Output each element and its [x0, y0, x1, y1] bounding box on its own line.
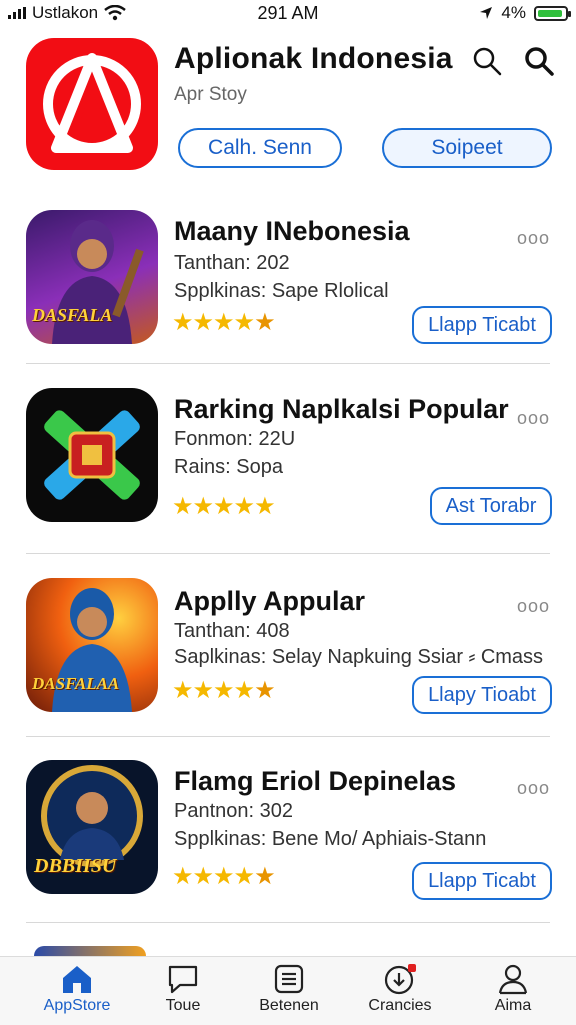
list-item[interactable]: DASFALAA Applly Appular Tanthan: 408 Sap… [0, 572, 576, 752]
get-button[interactable]: Llapp Ticabt [412, 306, 552, 344]
location-arrow-icon [480, 7, 493, 19]
red-triangle-logo-icon [43, 53, 141, 153]
app-title: Rarking Naplkalsi Popular [174, 394, 509, 424]
tab-label: Crancies [368, 997, 432, 1014]
rating-stars: ★★★★★ [172, 677, 276, 704]
app-thumbnail: DBBIISU [26, 760, 158, 894]
tab-crancies[interactable]: Crancies [345, 963, 455, 1015]
more-icon[interactable]: ooo [517, 778, 550, 799]
tab-label: Toue [165, 997, 201, 1014]
tab-toue[interactable]: Toue [128, 963, 238, 1015]
tab-betenen[interactable]: Betenen [234, 963, 344, 1015]
app-meta: Rains: Sopa [174, 456, 283, 478]
status-bar: Ustlakon 291 AM 4% [0, 0, 576, 26]
tab-aima[interactable]: Aima [458, 963, 568, 1015]
app-meta: Tanthan: 408 [174, 620, 290, 642]
app-meta: Spplkinas: Sape Rlolical [174, 280, 389, 302]
status-right: 4% [479, 3, 571, 23]
get-button[interactable]: Ast Torabr [430, 487, 552, 525]
list-icon [274, 964, 304, 994]
home-icon [63, 966, 91, 993]
header-button-2[interactable]: Soipeet [382, 128, 552, 168]
rating-stars: ★★★★★ [172, 309, 276, 336]
app-logo-icon[interactable] [26, 38, 158, 170]
divider [26, 553, 550, 554]
divider [26, 363, 550, 364]
page-title: Aplionak Indonesia [174, 42, 453, 75]
chat-icon [168, 965, 198, 994]
app-meta: Fonmon: 22U [174, 428, 296, 450]
search-icon[interactable] [470, 44, 504, 78]
app-meta: Tanthan: 202 [174, 252, 290, 274]
thumbnail-text: DASFALA [32, 305, 113, 325]
app-thumbnail: DASFALAA [26, 578, 158, 712]
battery-icon [534, 5, 571, 21]
more-icon[interactable]: ooo [517, 596, 550, 617]
thumbnail-text: DASFALAA [32, 674, 120, 693]
app-thumbnail: DASFALA [26, 210, 158, 344]
app-meta: Saplkinas: Selay Napkuing Ssiar ⸗ Cmass [174, 646, 544, 668]
tab-label: AppStore [43, 997, 111, 1014]
thumbnail-text: DBBIISU [34, 855, 117, 877]
get-button[interactable]: Llapp Ticabt [412, 862, 552, 900]
more-icon[interactable]: ooo [517, 408, 550, 429]
get-button[interactable]: Llapy Tioabt [412, 676, 552, 714]
tab-bar: AppStore Toue Betenen Crancies Aima [0, 956, 576, 1025]
divider [26, 736, 550, 737]
more-icon[interactable]: ooo [517, 228, 550, 249]
app-title: Flamg Eriol Depinelas [174, 766, 457, 796]
header-button-1[interactable]: Calh. Senn [178, 128, 342, 168]
page-subtitle: Apr Stoy [174, 84, 247, 105]
download-icon [384, 964, 416, 995]
divider [26, 922, 550, 923]
list-item[interactable]: DASFALA Maany INebonesia Tanthan: 202 Sp… [0, 204, 576, 384]
tab-appstore[interactable]: AppStore [22, 963, 132, 1015]
search-icon[interactable] [522, 44, 556, 78]
app-meta: Pantnon: 302 [174, 800, 293, 822]
list-item[interactable]: DBBIISU Flamg Eriol Depinelas Pantnon: 3… [0, 756, 576, 936]
rating-stars: ★★★★★ [172, 493, 276, 520]
rating-stars: ★★★★★ [172, 863, 276, 890]
notification-badge [408, 964, 416, 972]
app-title: Maany INebonesia [174, 216, 410, 246]
app-meta: Spplkinas: Bene Mo/ Aphiais-Stann [174, 828, 487, 850]
tab-label: Aima [494, 997, 532, 1014]
app-title: Applly Appular [174, 586, 366, 616]
battery-percent: 4% [501, 3, 526, 22]
app-thumbnail [26, 388, 158, 522]
list-item[interactable]: Rarking Naplkalsi Popular Fonmon: 22U Ra… [0, 382, 576, 562]
person-icon [498, 964, 528, 995]
tab-label: Betenen [259, 997, 319, 1014]
